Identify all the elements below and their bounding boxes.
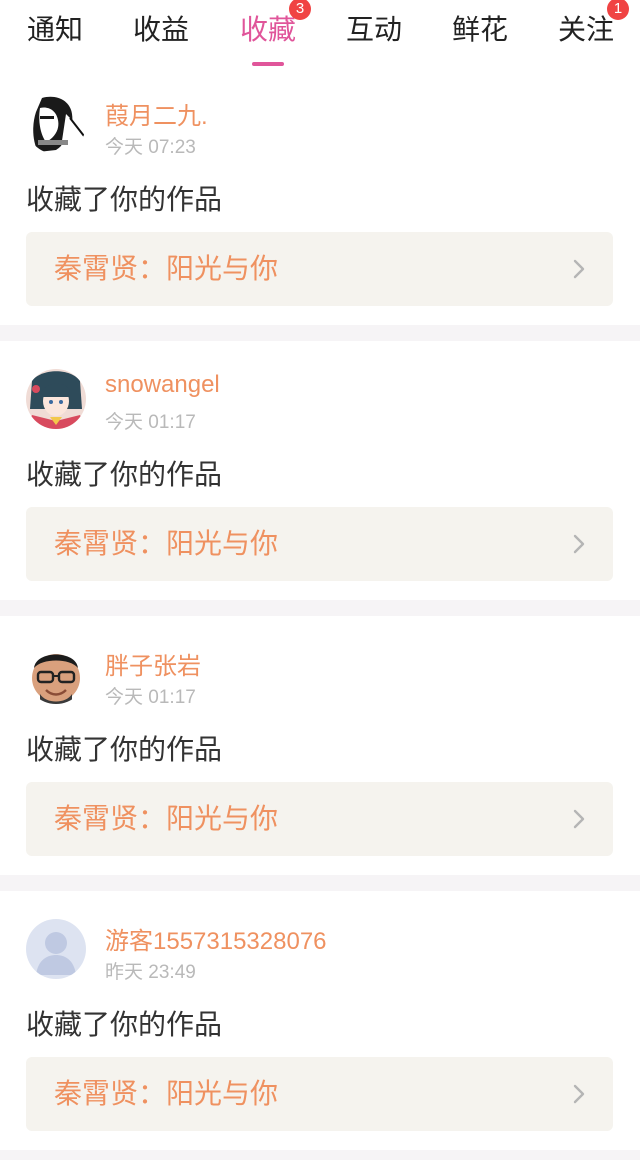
tab-flowers[interactable]: 鲜花 xyxy=(449,8,511,58)
work-link[interactable]: 秦霄贤：阳光与你 xyxy=(26,782,613,856)
work-link[interactable]: 秦霄贤：阳光与你 xyxy=(26,507,613,581)
work-link[interactable]: 秦霄贤：阳光与你 xyxy=(26,232,613,306)
top-tab-bar: 通知 收益 收藏 3 互动 鲜花 关注 1 xyxy=(0,0,640,66)
tab-label: 互动 xyxy=(345,13,402,46)
activity-text: 收藏了你的作品 xyxy=(26,1008,223,1041)
chevron-right-icon xyxy=(573,1084,585,1104)
tab-badge: 1 xyxy=(607,0,629,20)
timestamp: 今天 07:23 xyxy=(105,137,196,158)
tab-label: 鲜花 xyxy=(451,13,508,46)
activity-text: 收藏了你的作品 xyxy=(26,183,223,216)
list-item: 葭月二九. 今天 07:23 收藏了你的作品 秦霄贤：阳光与你 xyxy=(0,66,640,325)
work-title: 秦霄贤：阳光与你 xyxy=(54,252,279,285)
tab-label: 收益 xyxy=(132,13,189,46)
timestamp: 昨天 23:49 xyxy=(105,962,196,983)
timestamp: 今天 01:17 xyxy=(105,412,196,433)
user-avatar[interactable] xyxy=(26,369,86,429)
divider xyxy=(0,875,640,891)
work-title: 秦霄贤：阳光与你 xyxy=(54,527,279,560)
timestamp: 今天 01:17 xyxy=(105,687,196,708)
activity-text: 收藏了你的作品 xyxy=(26,733,223,766)
tab-interactions[interactable]: 互动 xyxy=(343,8,405,58)
list-item: snowangel 今天 01:17 收藏了你的作品 秦霄贤：阳光与你 xyxy=(0,341,640,600)
divider xyxy=(0,600,640,616)
tab-badge: 3 xyxy=(289,0,311,20)
tab-earnings[interactable]: 收益 xyxy=(130,8,192,58)
tab-label: 通知 xyxy=(26,13,83,46)
work-link[interactable]: 秦霄贤：阳光与你 xyxy=(26,1057,613,1131)
username-link[interactable]: 游客1557315328076 xyxy=(105,921,327,956)
chevron-right-icon xyxy=(573,809,585,829)
tab-favorites[interactable]: 收藏 3 xyxy=(237,0,311,66)
activity-text: 收藏了你的作品 xyxy=(26,458,223,491)
tab-label: 收藏 xyxy=(239,13,296,46)
work-title: 秦霄贤：阳光与你 xyxy=(54,802,279,835)
user-avatar[interactable] xyxy=(26,644,86,704)
list-item: 游客1557315328076 昨天 23:49 收藏了你的作品 秦霄贤：阳光与… xyxy=(0,891,640,1150)
tab-label: 关注 xyxy=(557,13,614,46)
user-avatar[interactable] xyxy=(26,94,86,154)
work-title: 秦霄贤：阳光与你 xyxy=(54,1077,279,1110)
chevron-right-icon xyxy=(573,259,585,279)
user-avatar[interactable] xyxy=(26,919,86,979)
tab-following[interactable]: 关注 1 xyxy=(555,0,629,58)
chevron-right-icon xyxy=(573,534,585,554)
username-link[interactable]: 胖子张岩 xyxy=(105,646,201,681)
username-link[interactable]: snowangel xyxy=(105,371,220,399)
username-link[interactable]: 葭月二九. xyxy=(105,96,208,131)
list-item: 胖子张岩 今天 01:17 收藏了你的作品 秦霄贤：阳光与你 xyxy=(0,616,640,875)
divider xyxy=(0,1150,640,1160)
tab-notifications[interactable]: 通知 xyxy=(24,8,86,58)
divider xyxy=(0,325,640,341)
